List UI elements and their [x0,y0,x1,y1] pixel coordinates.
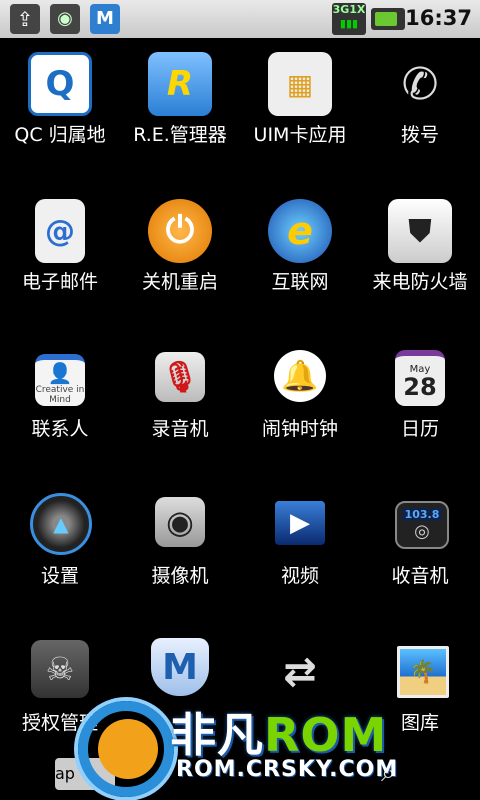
browser-globe-icon: e [268,199,332,263]
app-label: 闹钟时钟 [261,418,338,440]
camera-lens-icon: ◉ [155,497,205,547]
contacts-icon: 👤 Creative in Mind [35,354,85,406]
app-label: 录音机 [151,418,209,440]
power-icon: ⏻ [148,199,212,263]
shield-phone-icon: ⛊ [388,199,452,263]
app-label: 日历 [400,418,439,440]
radio-icon: 103.8 ◎ [395,501,449,549]
network-indicator: 3G1X ▮▮▮ [332,3,366,35]
app-label: 摄像机 [151,565,209,587]
sim-card-icon: ▦ [268,52,332,116]
app-label: QC 归属地 [14,124,106,146]
app-label: 互联网 [271,271,329,293]
android-skull-icon: ☠ [31,640,89,698]
app-label: 关机重启 [141,271,218,293]
email-icon: @ [35,199,85,263]
qc-location-icon: Q [28,52,92,116]
app-uim-card[interactable]: ▦ UIM卡应用 [240,40,360,187]
app-settings[interactable]: ▲ 设置 [0,481,120,628]
app-call-firewall[interactable]: ⛊ 来电防火墙 [360,187,480,334]
app-re-manager[interactable]: R R.E.管理器 [120,40,240,187]
microphone-icon: 🎙 [155,352,205,402]
file-cabinet-icon: R [148,52,212,116]
settings-dial-icon: ▲ [30,493,92,555]
usb-icon: ⇪ [10,4,40,34]
app-alarm-clock[interactable]: 🔔 闹钟时钟 [240,334,360,481]
m-app-icon: M [90,4,120,34]
app-calendar[interactable]: May 28 日历 [360,334,480,481]
alarm-bell-icon: 🔔 [274,350,326,402]
app-qc-location[interactable]: Q QC 归属地 [0,40,120,187]
m-shield-usb-icon: M [151,638,209,696]
app-email[interactable]: @ 电子邮件 [0,187,120,334]
app-recorder[interactable]: 🎙 录音机 [120,334,240,481]
app-label: 视频 [280,565,319,587]
app-label: 来电防火墙 [372,271,468,293]
watermark-brand: 非凡ROM [170,708,388,762]
app-dialer[interactable]: ✆ 拨号 [360,40,480,187]
status-clock: 16:37 [405,6,472,30]
app-camera[interactable]: ◉ 摄像机 [120,481,240,628]
watermark-url: ROM.CRSKY.COM [176,757,399,782]
app-video[interactable]: ▶ 视频 [240,481,360,628]
app-radio[interactable]: 103.8 ◎ 收音机 [360,481,480,628]
watermark-logo: 非凡ROM ROM.CRSKY.COM [78,693,408,800]
app-label: R.E.管理器 [133,124,227,146]
status-bar: ⇪ ◉ M 3G1X ▮▮▮ 16:37 [0,0,480,38]
video-play-icon: ▶ [275,501,325,545]
app-power-restart[interactable]: ⏻ 关机重启 [120,187,240,334]
app-label: 联系人 [31,418,89,440]
gallery-icon: 🌴 [397,646,449,698]
app-label: 电子邮件 [21,271,98,293]
app-contacts[interactable]: 👤 Creative in Mind 联系人 [0,334,120,481]
app-label: 设置 [40,565,79,587]
app-internet[interactable]: e 互联网 [240,187,360,334]
calendar-icon: May 28 [395,350,445,406]
watermark-ring-inner [98,719,158,779]
android-debug-icon: ◉ [50,4,80,34]
app-label: UIM卡应用 [253,124,347,146]
battery-icon [371,8,405,30]
app-label: 拨号 [400,124,439,146]
app-label: 收音机 [391,565,449,587]
phone-handset-icon: ✆ [401,58,439,110]
